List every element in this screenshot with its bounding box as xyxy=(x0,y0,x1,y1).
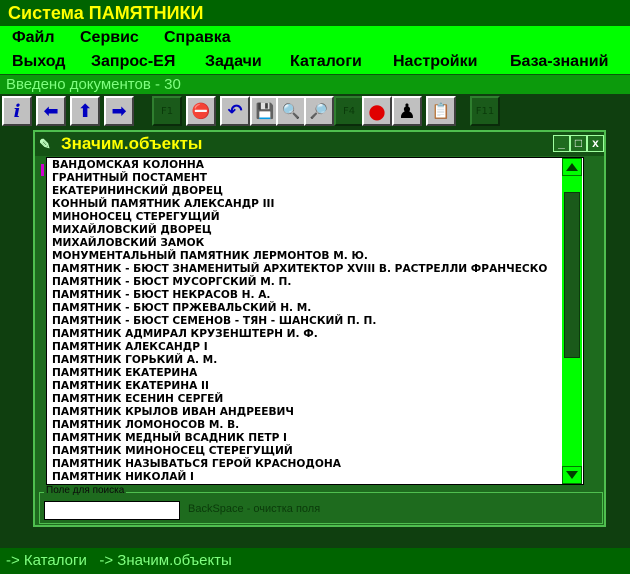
f11-key-label: F11 xyxy=(475,105,495,117)
breadcrumb: -> Каталоги -> Значим.объекты xyxy=(0,548,630,574)
list-item[interactable]: ПАМЯТНИК - БЮСТ СЕМЕНОВ - ТЯН - ШАНСКИЙ … xyxy=(52,315,376,328)
scroll-up-icon xyxy=(566,163,578,171)
arrow-right-icon[interactable]: ➡ xyxy=(104,96,134,126)
f1-key-button[interactable]: F1 xyxy=(152,96,182,126)
stop-sign-glyph: ⛔ xyxy=(191,102,211,120)
menu-tasks[interactable]: Задачи xyxy=(205,50,262,74)
scroll-down-icon xyxy=(566,471,578,479)
print-search-glyph: 🔎 xyxy=(309,102,329,120)
arrow-left-glyph: ⬅ xyxy=(43,100,59,122)
menu-query[interactable]: Запрос-ЕЯ xyxy=(91,50,175,74)
stop-sign-icon[interactable]: ⛔ xyxy=(186,96,216,126)
menu-row-1: Файл Сервис Справка xyxy=(0,26,630,50)
maximize-button[interactable]: □ xyxy=(570,135,587,152)
f4-key-button[interactable]: F4 xyxy=(334,96,364,126)
undo-glyph: ↶ xyxy=(227,100,243,122)
minimize-button[interactable]: _ xyxy=(553,135,570,152)
info-icon-glyph: i xyxy=(13,100,21,122)
objects-list[interactable]: ВАНДОМСКАЯ КОЛОННА ГРАНИТНЫЙ ПОСТАМЕНТ ЕКА… xyxy=(46,157,584,485)
list-item[interactable]: ПАМЯТНИК АДМИРАЛ КРУЗЕНШТЕРН И. Ф. xyxy=(52,328,318,341)
menu-bar: Файл Сервис Справка Выход Запрос-ЕЯ Зада… xyxy=(0,26,630,74)
documents-status: Введено документов - 30 xyxy=(0,74,630,94)
list-item[interactable]: ПАМЯТНИК ЕКАТЕРИНА xyxy=(52,367,197,380)
list-item[interactable]: ПАМЯТНИК МИНОНОСЕЦ СТЕРЕГУЩИЙ xyxy=(52,445,293,458)
list-item[interactable]: МИХАЙЛОВСКИЙ ДВОРЕЦ xyxy=(52,224,212,237)
person-glyph: ♟ xyxy=(398,99,416,123)
objects-window: ✎ Значим.объекты _ □ x ВАНДОМСКАЯ КОЛОНН… xyxy=(33,130,606,527)
notes-icon[interactable]: 📋 xyxy=(426,96,456,126)
search-group: Поле для поиска BackSpace - очистка поля xyxy=(39,485,603,524)
color-balls-icon[interactable]: ● xyxy=(362,96,392,126)
menu-catalogs[interactable]: Каталоги xyxy=(290,50,362,74)
window-app-icon: ✎ xyxy=(39,136,51,152)
magnifier-glyph: 🔍 xyxy=(281,102,301,120)
list-item[interactable]: МИХАЙЛОВСКИЙ ЗАМОК xyxy=(52,237,204,250)
window-title-bar[interactable]: ✎ Значим.объекты _ □ x xyxy=(35,132,604,156)
list-item[interactable]: ПАМЯТНИК - БЮСТ ПРЖЕВАЛЬСКИЙ Н. М. xyxy=(52,302,311,315)
arrow-up-icon[interactable]: ⬆ xyxy=(70,96,100,126)
print-search-icon[interactable]: 🔎 xyxy=(304,96,334,126)
menu-service[interactable]: Сервис xyxy=(80,26,139,50)
menu-row-2: Выход Запрос-ЕЯ Задачи Каталоги Настройк… xyxy=(0,50,630,74)
list-item[interactable]: КОННЫЙ ПАМЯТНИК АЛЕКСАНДР III xyxy=(52,198,274,211)
f11-key-button[interactable]: F11 xyxy=(470,96,500,126)
list-item[interactable]: ЕКАТЕРИНИНСКИЙ ДВОРЕЦ xyxy=(52,185,223,198)
list-item[interactable]: МИНОНОСЕЦ СТЕРЕГУЩИЙ xyxy=(52,211,220,224)
notes-glyph: 📋 xyxy=(431,102,451,120)
app-title: Система ПАМЯТНИКИ xyxy=(0,0,630,26)
toolbar: i ⬅ ⬆ ➡ F1 ⛔ ↶ 💾 🔍 🔎 F4 ● ♟ 📋 F11 xyxy=(0,94,630,128)
list-item[interactable]: ПАМЯТНИК ГОРЬКИЙ А. М. xyxy=(52,354,217,367)
list-item[interactable]: ГРАНИТНЫЙ ПОСТАМЕНТ xyxy=(52,172,207,185)
arrow-right-glyph: ➡ xyxy=(111,100,127,122)
list-item[interactable]: МОНУМЕНТАЛЬНЫЙ ПАМЯТНИК ЛЕРМОНТОВ М. Ю. xyxy=(52,250,368,263)
list-item[interactable]: ПАМЯТНИК - БЮСТ ЗНАМЕНИТЫЙ АРХИТЕКТОР XV… xyxy=(52,263,547,276)
list-item[interactable]: ПАМЯТНИК ЕКАТЕРИНА II xyxy=(52,380,209,393)
list-item[interactable]: ПАМЯТНИК АЛЕКСАНДР I xyxy=(52,341,208,354)
menu-settings[interactable]: Настройки xyxy=(393,50,477,74)
search-hint: BackSpace - очистка поля xyxy=(188,503,321,515)
window-title: Значим.объекты xyxy=(61,134,203,153)
disk-glyph: 💾 xyxy=(255,102,275,120)
search-input[interactable] xyxy=(44,501,180,520)
f1-key-label: F1 xyxy=(160,105,174,117)
info-icon[interactable]: i xyxy=(2,96,32,126)
arrow-left-icon[interactable]: ⬅ xyxy=(36,96,66,126)
list-item[interactable]: ПАМЯТНИК КРЫЛОВ ИВАН АНДРЕЕВИЧ xyxy=(52,406,294,419)
menu-exit[interactable]: Выход xyxy=(12,50,65,74)
scroll-up-button[interactable] xyxy=(562,158,582,176)
list-item[interactable]: ПАМЯТНИК - БЮСТ НЕКРАСОВ Н. А. xyxy=(52,289,270,302)
menu-help[interactable]: Справка xyxy=(164,26,231,50)
list-item[interactable]: ПАМЯТНИК НАЗЫВАТЬСЯ ГЕРОЙ КРАСНОДОНА xyxy=(52,458,341,471)
menu-knowledge-base[interactable]: База-знаний xyxy=(510,50,608,74)
list-item[interactable]: ПАМЯТНИК МЕДНЫЙ ВСАДНИК ПЕТР I xyxy=(52,432,287,445)
menu-file[interactable]: Файл xyxy=(12,26,55,50)
list-item[interactable]: ПАМЯТНИК - БЮСТ МУСОРГСКИЙ М. П. xyxy=(52,276,291,289)
scroll-thumb[interactable] xyxy=(564,192,580,358)
undo-icon[interactable]: ↶ xyxy=(220,96,250,126)
list-item[interactable]: ПАМЯТНИК ЕСЕНИН СЕРГЕЙ xyxy=(52,393,223,406)
search-label: Поле для поиска xyxy=(44,485,127,496)
list-item[interactable]: ВАНДОМСКАЯ КОЛОННА xyxy=(52,159,204,172)
close-button[interactable]: x xyxy=(587,135,604,152)
scroll-down-button[interactable] xyxy=(562,466,582,484)
list-item[interactable]: ПАМЯТНИК ЛОМОНОСОВ М. В. xyxy=(52,419,239,432)
vertical-scrollbar[interactable] xyxy=(562,158,582,484)
f4-key-label: F4 xyxy=(342,105,356,117)
list-item[interactable]: ПАМЯТНИК НИКОЛАЙ I xyxy=(52,471,194,484)
color-balls-glyph: ● xyxy=(368,99,386,123)
arrow-up-glyph: ⬆ xyxy=(77,100,93,122)
selection-marker xyxy=(41,164,44,176)
magnifier-icon[interactable]: 🔍 xyxy=(276,96,306,126)
person-icon[interactable]: ♟ xyxy=(392,96,422,126)
